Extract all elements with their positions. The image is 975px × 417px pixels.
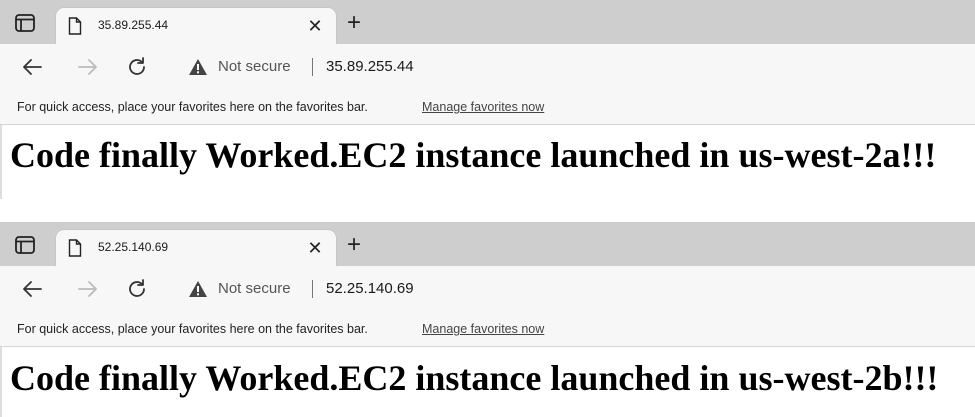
tab-strip: 35.89.255.44 ✕ + <box>0 0 975 44</box>
address-bar[interactable]: Not secure 35.89.255.44 <box>170 50 955 84</box>
tab-actions-icon[interactable] <box>14 13 36 33</box>
reload-icon[interactable] <box>124 54 150 80</box>
tab-active[interactable]: 52.25.140.69 ✕ <box>56 230 336 266</box>
close-icon[interactable]: ✕ <box>306 17 324 35</box>
tab-title: 35.89.255.44 <box>98 18 169 32</box>
manage-favorites-link[interactable]: Manage favorites now <box>422 100 544 114</box>
forward-icon[interactable] <box>74 54 100 80</box>
security-status[interactable]: Not secure <box>218 58 291 75</box>
tab-active[interactable]: 35.89.255.44 ✕ <box>56 8 336 44</box>
security-status[interactable]: Not secure <box>218 280 291 297</box>
url-text[interactable]: 52.25.140.69 <box>326 280 414 297</box>
close-icon[interactable]: ✕ <box>306 239 324 257</box>
nav-toolbar: Not secure 35.89.255.44 <box>0 44 975 90</box>
nav-toolbar: Not secure 52.25.140.69 <box>0 266 975 312</box>
warning-icon[interactable] <box>188 280 208 298</box>
back-icon[interactable] <box>20 54 46 80</box>
tab-strip: 52.25.140.69 ✕ + <box>0 222 975 266</box>
address-bar[interactable]: Not secure 52.25.140.69 <box>170 272 955 306</box>
tab-actions-icon[interactable] <box>14 235 36 255</box>
page-content: Code finally Worked.EC2 instance launche… <box>0 347 975 417</box>
page-headline: Code finally Worked.EC2 instance launche… <box>10 358 939 398</box>
page-headline: Code finally Worked.EC2 instance launche… <box>10 135 937 175</box>
forward-icon[interactable] <box>74 276 100 302</box>
new-tab-icon[interactable]: + <box>342 11 366 35</box>
browser-window-2: 52.25.140.69 ✕ + Not secure 52.25.140.69… <box>0 222 975 417</box>
page-content: Code finally Worked.EC2 instance launche… <box>0 125 975 199</box>
divider <box>312 58 313 76</box>
page-icon <box>68 239 82 257</box>
favorites-bar: For quick access, place your favorites h… <box>0 90 975 125</box>
browser-window-1: 35.89.255.44 ✕ + Not secure 35.89.255.44… <box>0 0 975 202</box>
reload-icon[interactable] <box>124 276 150 302</box>
page-icon <box>68 17 82 35</box>
warning-icon[interactable] <box>188 58 208 76</box>
url-text[interactable]: 35.89.255.44 <box>326 58 414 75</box>
divider <box>312 280 313 298</box>
favorites-bar: For quick access, place your favorites h… <box>0 312 975 347</box>
favorites-message: For quick access, place your favorites h… <box>17 322 368 336</box>
manage-favorites-link[interactable]: Manage favorites now <box>422 322 544 336</box>
favorites-message: For quick access, place your favorites h… <box>17 100 368 114</box>
new-tab-icon[interactable]: + <box>342 233 366 257</box>
tab-title: 52.25.140.69 <box>98 240 169 254</box>
back-icon[interactable] <box>20 276 46 302</box>
